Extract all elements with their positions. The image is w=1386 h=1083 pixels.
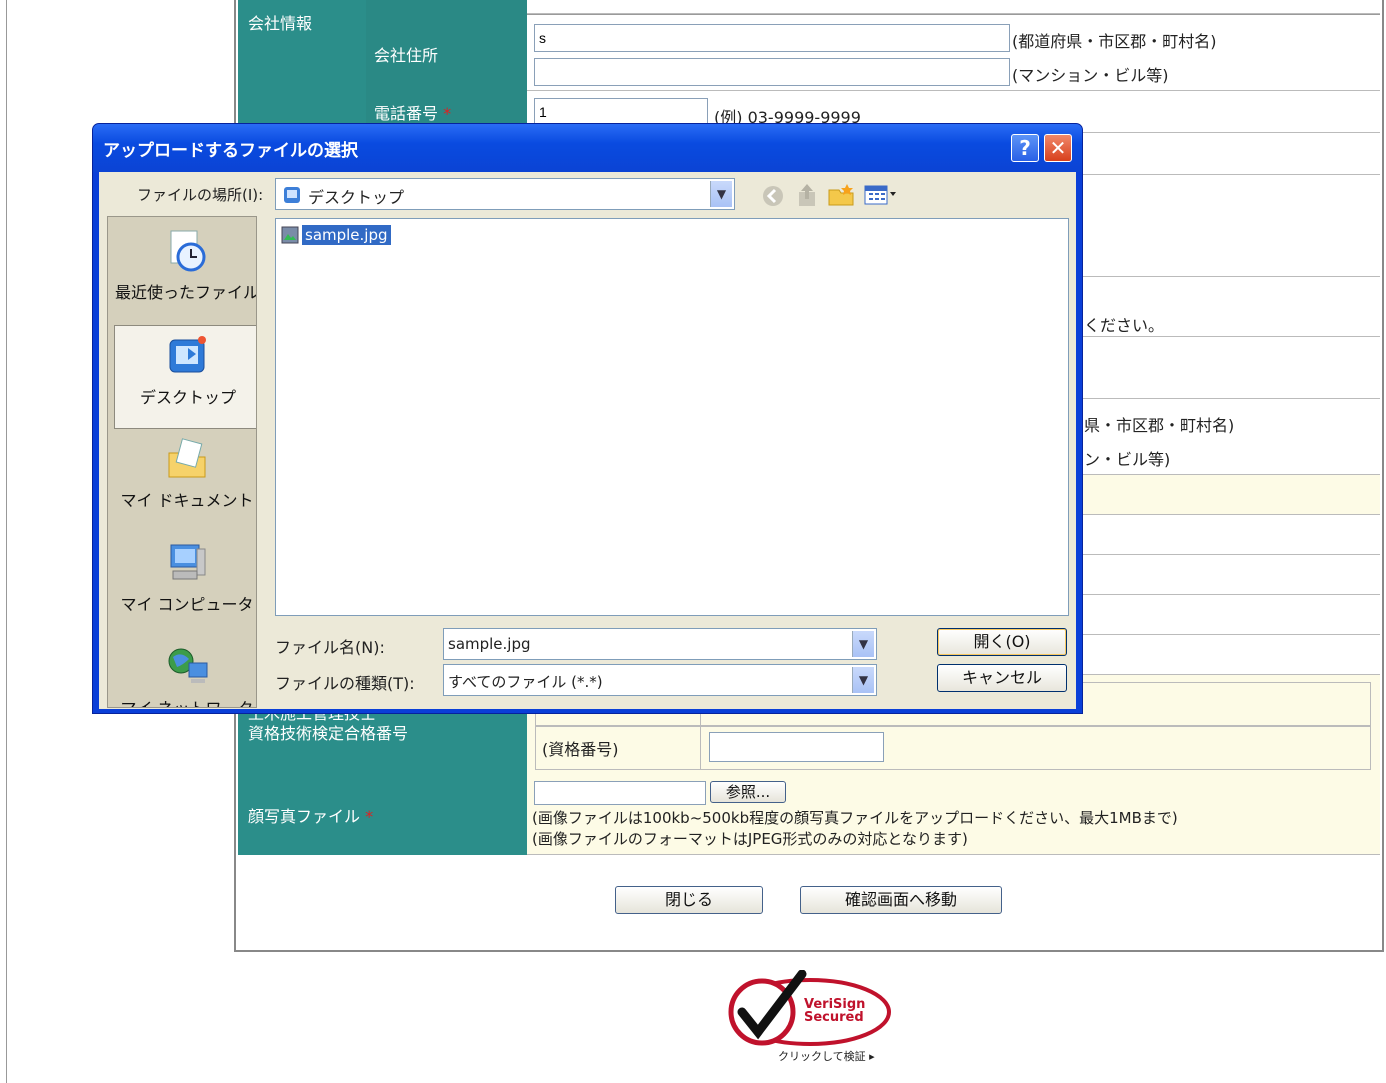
place-my-documents[interactable]: マイ ドキュメント [114,429,256,531]
dialog-client-area: ファイルの場所(I): デスクトップ ▼ 最近使ったファイル デスクトップ マイ… [99,172,1076,709]
phone-input[interactable] [534,98,708,126]
verisign-caption: クリックして検証 ▸ [778,1050,875,1063]
partial-text: ください。 [1084,316,1165,335]
filename-input[interactable]: sample.jpg ▼ [443,628,877,660]
qualification-row [535,726,1371,770]
my-network-icon [165,645,209,689]
chevron-down-icon[interactable]: ▼ [710,181,732,207]
verisign-seal[interactable]: VeriSign Secured クリックして検証 ▸ [726,969,892,1063]
partial-text: 県・市区郡・町村名) [1084,416,1235,435]
close-dialog-button[interactable]: ✕ [1044,134,1072,162]
browse-button[interactable]: 参照... [710,781,786,803]
chevron-down-icon[interactable]: ▼ [852,631,874,657]
place-desktop[interactable]: デスクトップ [114,325,256,429]
dialog-titlebar[interactable]: アップロードするファイルの選択 ? ✕ [93,124,1082,172]
image-file-icon [281,226,299,244]
desktop-icon [166,334,210,378]
filename-label: ファイル名(N): [275,638,385,657]
photo-label: 顔写真ファイル * [248,807,374,826]
file-name: sample.jpg [302,225,391,245]
address2-input[interactable] [534,58,1010,86]
photo-notes: (画像ファイルは100kb~500kb程度の顔写真ファイルをアップロードください… [532,809,1178,848]
filetype-label: ファイルの種類(T): [275,674,415,693]
desktop-icon [284,187,300,203]
filetype-select[interactable]: すべてのファイル (*.*) ▼ [443,664,877,696]
address1-hint: (都道府県・市区郡・町村名) [1012,32,1217,51]
place-my-network[interactable]: マイ ネットワーク [114,637,256,707]
place-label: 最近使ったファイル [114,283,257,302]
recent-files-icon [165,229,209,273]
form-row [1083,475,1380,515]
place-my-computer[interactable]: マイ コンピュータ [114,533,256,635]
phone-label: 電話番号 * [374,104,452,123]
qualification-number-input[interactable] [709,732,884,762]
filename-value: sample.jpg [448,635,531,653]
place-label: マイ ドキュメント [120,491,254,510]
help-button[interactable]: ? [1011,134,1039,162]
open-button[interactable]: 開く(O) [937,628,1067,656]
chevron-down-icon[interactable]: ▼ [852,667,874,693]
back-icon[interactable] [761,184,785,208]
places-bar: 最近使ったファイル デスクトップ マイ ドキュメント マイ コンピュータ マイ … [107,216,257,708]
partial-text: ン・ビル等) [1084,450,1171,469]
new-folder-icon[interactable] [827,182,855,208]
look-in-select[interactable]: デスクトップ ▼ [275,178,735,210]
up-folder-icon[interactable] [795,182,819,208]
verisign-text: VeriSign Secured [804,997,866,1025]
address2-hint: (マンション・ビル等) [1012,66,1169,85]
confirm-button[interactable]: 確認画面へ移動 [800,886,1002,914]
place-label: マイ ネットワーク [114,695,256,707]
my-documents-icon [165,437,209,481]
address1-input[interactable] [534,24,1010,52]
my-computer-icon [165,541,209,585]
photo-file-input[interactable] [534,781,706,805]
place-label: マイ コンピュータ [120,595,254,614]
file-item[interactable]: sample.jpg [280,223,391,247]
look-in-value: デスクトップ [308,188,405,207]
dialog-title: アップロードするファイルの選択 [103,141,358,161]
top-cell [527,0,1380,14]
file-list[interactable]: sample.jpg [275,218,1069,616]
company-address-label: 会社住所 [374,46,439,65]
look-in-label: ファイルの場所(I): [137,186,264,204]
company-section-label: 会社情報 [248,14,313,33]
view-menu-icon[interactable] [863,182,899,208]
filetype-value: すべてのファイル (*.*) [448,673,603,691]
file-upload-dialog: アップロードするファイルの選択 ? ✕ ファイルの場所(I): デスクトップ ▼… [92,123,1083,714]
qualification-sub-label: (資格番号) [542,740,619,759]
close-button[interactable]: 閉じる [615,886,763,914]
cancel-button[interactable]: キャンセル [937,664,1067,692]
place-label: デスクトップ [139,388,236,407]
place-recent-files[interactable]: 最近使ったファイル [114,221,257,323]
